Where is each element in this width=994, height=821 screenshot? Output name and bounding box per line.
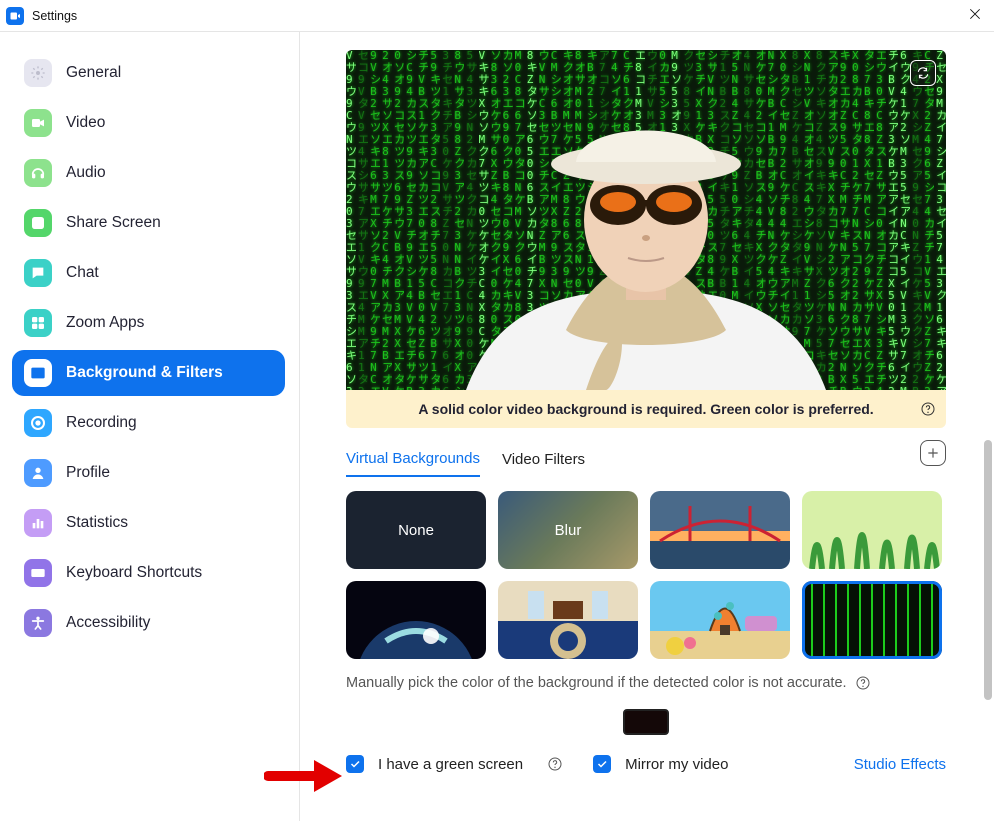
sidebar-item-label: General (66, 64, 121, 82)
video-preview: V サ 9 ウ 9 C ウ N ツ コ ス ウ 2 0 3 セ エ ソ サ 9 … (346, 50, 946, 390)
sidebar-item-chat[interactable]: Chat (12, 250, 285, 296)
help-icon[interactable] (547, 756, 563, 772)
bgfilters-icon (24, 359, 52, 387)
sidebar-item-label: Statistics (66, 514, 128, 532)
bg-thumb-blur[interactable]: Blur (498, 491, 638, 569)
tab-virtual-backgrounds[interactable]: Virtual Backgrounds (346, 450, 480, 477)
sidebar-item-general[interactable]: General (12, 50, 285, 96)
green-screen-label: I have a green screen (378, 756, 523, 773)
options-row: I have a green screen Mirror my video St… (346, 755, 946, 773)
sidebar: General Video Audio Share Screen Chat Zoom Ap… (0, 32, 300, 821)
sidebar-item-video[interactable]: Video (12, 100, 285, 146)
sidebar-item-label: Profile (66, 464, 110, 482)
green-screen-checkbox[interactable] (346, 755, 364, 773)
background-thumbnails: None Blur (346, 491, 956, 659)
tabs-row: Virtual Backgrounds Video Filters (346, 428, 946, 477)
main-panel: V サ 9 ウ 9 C ウ N ツ コ ス ウ 2 0 3 セ エ ソ サ 9 … (300, 32, 994, 821)
close-icon[interactable] (966, 5, 984, 26)
video-icon (24, 109, 52, 137)
color-pick-hint: Manually pick the color of the backgroun… (346, 675, 946, 691)
stats-icon (24, 509, 52, 537)
sidebar-item-share[interactable]: Share Screen (12, 200, 285, 246)
tab-video-filters[interactable]: Video Filters (502, 451, 585, 476)
annotation-arrow (264, 756, 344, 799)
apps-icon (24, 309, 52, 337)
rotate-camera-icon[interactable] (910, 60, 936, 86)
zoom-app-icon (6, 7, 24, 25)
add-background-button[interactable] (920, 440, 946, 466)
bg-thumb-bridge[interactable] (650, 491, 790, 569)
audio-icon (24, 159, 52, 187)
sidebar-item-label: Audio (66, 164, 106, 182)
help-icon[interactable] (855, 675, 871, 691)
color-pick-hint-text: Manually pick the color of the backgroun… (346, 675, 847, 691)
bg-thumb-grass[interactable] (802, 491, 942, 569)
sidebar-item-label: Recording (66, 414, 137, 432)
bg-thumb-none[interactable]: None (346, 491, 486, 569)
bg-thumb-earth[interactable] (346, 581, 486, 659)
sidebar-item-profile[interactable]: Profile (12, 450, 285, 496)
info-banner-text: A solid color video background is requir… (418, 401, 873, 417)
sidebar-item-bgfilters[interactable]: Background & Filters (12, 350, 285, 396)
sidebar-item-audio[interactable]: Audio (12, 150, 285, 196)
sidebar-item-apps[interactable]: Zoom Apps (12, 300, 285, 346)
bg-thumb-none-label: None (398, 522, 434, 539)
chat-icon (24, 259, 52, 287)
sidebar-item-shortcuts[interactable]: Keyboard Shortcuts (12, 550, 285, 596)
shortcuts-icon (24, 559, 52, 587)
profile-icon (24, 459, 52, 487)
sidebar-item-label: Chat (66, 264, 99, 282)
a11y-icon (24, 609, 52, 637)
mirror-video-checkbox[interactable] (593, 755, 611, 773)
mirror-video-label: Mirror my video (625, 756, 728, 773)
info-banner: A solid color video background is requir… (346, 390, 946, 428)
studio-effects-link[interactable]: Studio Effects (854, 756, 946, 773)
sidebar-item-stats[interactable]: Statistics (12, 500, 285, 546)
sidebar-item-label: Zoom Apps (66, 314, 144, 332)
sidebar-item-label: Accessibility (66, 614, 150, 632)
color-swatch-row (346, 709, 946, 735)
person-silhouette (436, 90, 856, 390)
sidebar-item-label: Video (66, 114, 105, 132)
bg-thumb-blur-label: Blur (555, 522, 582, 539)
general-icon (24, 59, 52, 87)
sidebar-item-label: Keyboard Shortcuts (66, 564, 202, 582)
sidebar-item-a11y[interactable]: Accessibility (12, 600, 285, 646)
bg-thumb-matrix[interactable] (802, 581, 942, 659)
scrollbar-thumb[interactable] (984, 440, 992, 700)
sidebar-item-label: Background & Filters (66, 364, 223, 382)
recording-icon (24, 409, 52, 437)
background-color-swatch[interactable] (623, 709, 669, 735)
bg-thumb-cartoon[interactable] (650, 581, 790, 659)
bg-thumb-oval-office[interactable] (498, 581, 638, 659)
sidebar-item-recording[interactable]: Recording (12, 400, 285, 446)
window-title: Settings (32, 9, 77, 23)
share-icon (24, 209, 52, 237)
titlebar: Settings (0, 0, 994, 32)
sidebar-item-label: Share Screen (66, 214, 161, 232)
help-icon[interactable] (920, 401, 936, 417)
